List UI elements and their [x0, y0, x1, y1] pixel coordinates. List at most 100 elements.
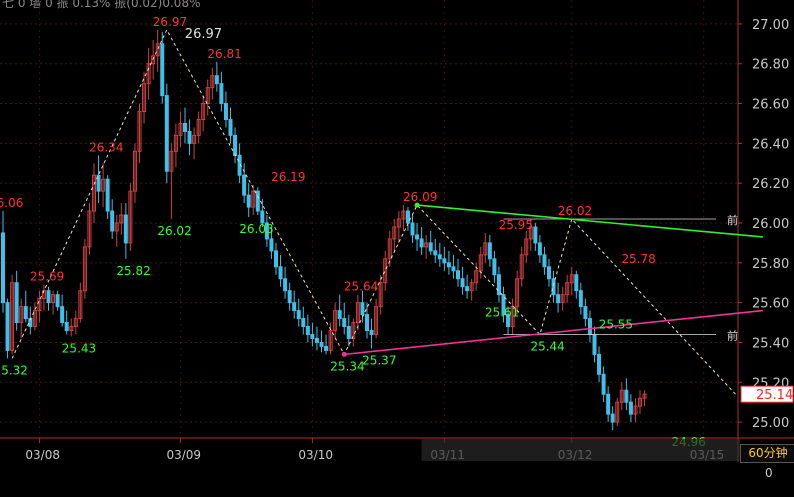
swing-high-label: 25.95 — [499, 218, 533, 232]
swing-high-label: 26.19 — [271, 170, 305, 184]
candle-body — [246, 194, 251, 208]
candle-body — [105, 178, 110, 212]
bottom-value: 0 — [765, 466, 773, 480]
candle-body — [187, 130, 192, 144]
candle-body — [110, 210, 115, 232]
candle-body — [428, 242, 433, 252]
overlay-lines: 前前 — [11, 28, 763, 395]
y-tick-label: 26.00 — [752, 217, 789, 232]
swing-low-label: 25.43 — [62, 341, 96, 355]
y-tick-label: 26.60 — [752, 98, 789, 113]
swing-high-label: 26.81 — [207, 47, 241, 61]
swing-low-label: 25.55 — [599, 318, 633, 332]
candle-body — [597, 353, 602, 375]
candle-body — [287, 290, 292, 304]
candle-body — [369, 330, 374, 335]
candle-body — [405, 210, 410, 224]
swing-high-label: 25.69 — [30, 270, 64, 284]
candle-body — [223, 103, 228, 120]
candle-body — [342, 318, 347, 328]
candle-body — [415, 234, 420, 240]
candle-body — [465, 286, 470, 292]
candle-body — [533, 226, 538, 244]
candle-body — [556, 294, 561, 304]
swing-low-label: 25.37 — [362, 353, 396, 367]
candle-body — [410, 222, 415, 236]
candle-body — [610, 413, 615, 423]
candle-body — [1, 232, 5, 304]
grid-lines — [0, 0, 794, 462]
swing-low-label: 25.34 — [330, 359, 364, 373]
swing-high-label: 26.34 — [89, 140, 123, 154]
swing-labels: 26.06 25.69 26.34 26.97 26.81 26.19 25.64 26.09… — [0, 15, 706, 449]
swing-low-label: 25.32 — [0, 363, 28, 377]
candle-body — [283, 278, 288, 292]
peak-label: 26.97 — [185, 27, 222, 42]
y-tick-label: 25.40 — [752, 336, 789, 351]
y-tick-label: 27.00 — [752, 18, 789, 33]
candle-body — [496, 274, 501, 296]
candle-body — [547, 266, 551, 280]
swing-low-label: 26.02 — [157, 224, 191, 238]
candle-body — [219, 83, 224, 105]
candle-body — [123, 214, 128, 244]
candle-series — [1, 29, 647, 431]
candle-body — [55, 294, 60, 308]
candle-body — [587, 318, 592, 335]
candle-body — [23, 306, 28, 320]
swing-high-label: 25.78 — [621, 252, 655, 266]
candle-body — [442, 258, 447, 264]
x-tick-label: 03/09 — [166, 448, 201, 462]
candle-body — [60, 306, 65, 324]
candle-body — [14, 282, 19, 324]
candle-body — [446, 262, 451, 268]
candle-body — [360, 302, 365, 316]
candle-body — [578, 290, 583, 308]
swing-low-label: 25.82 — [116, 264, 150, 278]
candle-body — [46, 290, 51, 304]
candle-body — [324, 345, 329, 351]
swing-high-label: 25.64 — [344, 280, 378, 294]
y-tick-label: 26.20 — [752, 177, 789, 192]
candle-body — [628, 401, 633, 415]
support-anchor — [341, 351, 347, 357]
candle-body — [433, 250, 438, 256]
swing-low-label: 26.03 — [239, 222, 273, 236]
x-tick-label: 03/10 — [298, 448, 333, 462]
candle-body — [255, 190, 260, 212]
candle-body — [624, 389, 629, 403]
zigzag-line — [11, 28, 736, 395]
y-tick-label: 25.00 — [752, 416, 789, 431]
candle-body — [214, 75, 219, 85]
candle-body — [460, 278, 465, 288]
candle-body — [319, 341, 324, 347]
candle-body — [160, 43, 165, 97]
candle-body — [337, 310, 342, 320]
swing-high-label: 26.09 — [403, 190, 437, 204]
candle-body — [592, 333, 597, 355]
candle-body — [314, 337, 319, 343]
time-axis: 03/0803/0903/1003/1103/1203/15 — [25, 438, 741, 462]
candle-body — [346, 326, 351, 339]
candle-body — [437, 254, 442, 260]
price-axis: 27.00 26.80 26.60 26.40 26.20 26.00 25.80 25.60… — [738, 18, 794, 431]
y-tick-label: 25.60 — [752, 297, 789, 312]
candle-body — [310, 333, 315, 339]
swing-low-label: 25.61 — [485, 306, 519, 320]
candle-body — [456, 270, 460, 280]
candle-body — [292, 302, 297, 312]
time-range-highlight — [421, 439, 741, 461]
swing-low-label: 25.44 — [530, 339, 564, 353]
candle-body — [492, 258, 497, 276]
candle-body — [551, 278, 556, 296]
candle-body — [5, 302, 10, 351]
candlestick-chart: 前前 26.0625.6926.3426.9726.8126.1925.6426… — [0, 0, 794, 462]
candle-body — [606, 393, 611, 415]
swing-high-label: 26.97 — [153, 15, 187, 29]
candle-body — [164, 95, 169, 172]
period-selector[interactable]: 60分钟 — [740, 444, 794, 463]
candle-body — [278, 266, 283, 280]
swing-high-label: 26.02 — [558, 204, 592, 218]
candle-body — [451, 266, 456, 272]
candle-body — [296, 310, 301, 320]
